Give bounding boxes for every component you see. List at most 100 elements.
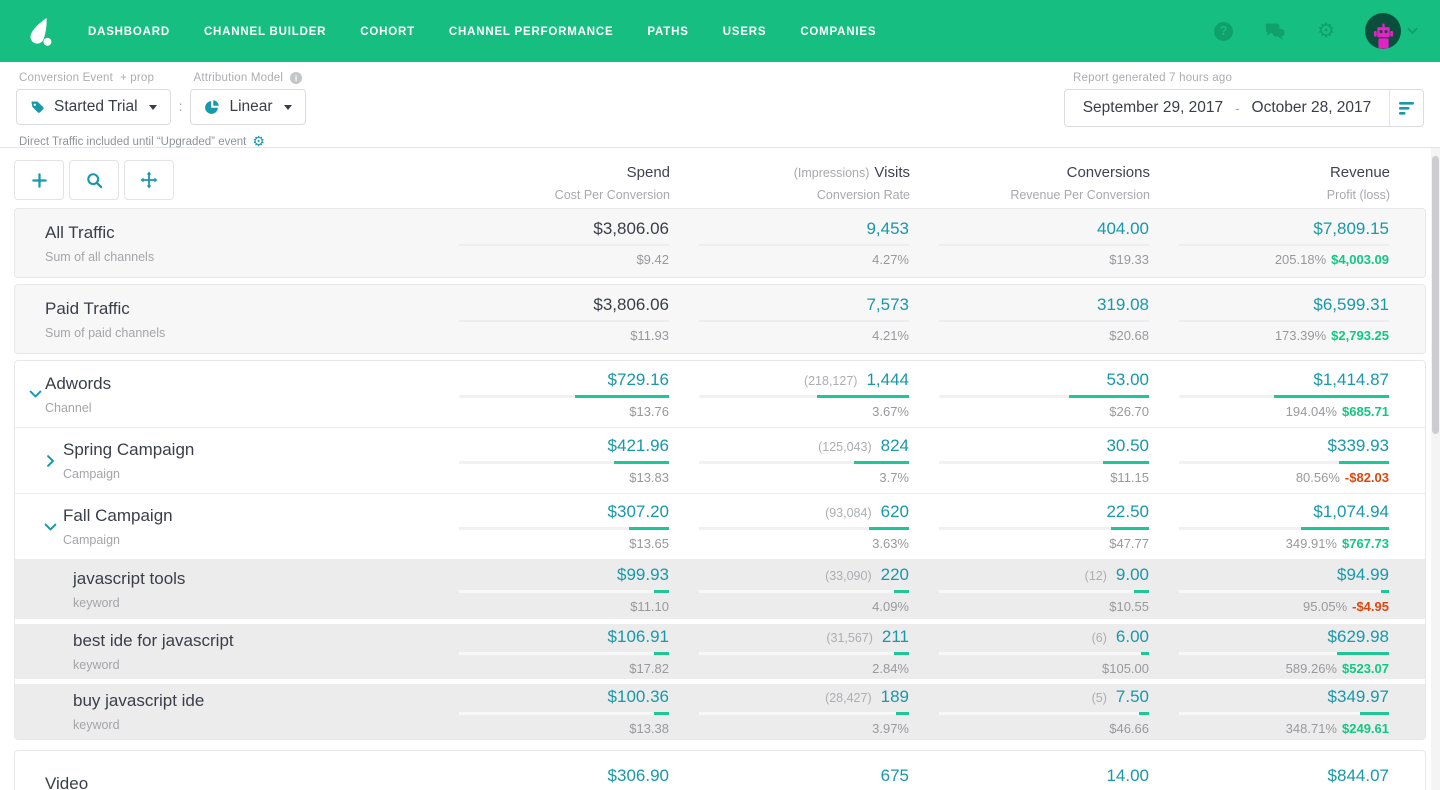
scrollbar-thumb[interactable] <box>1432 156 1439 434</box>
visits-value[interactable]: 824 <box>881 437 909 454</box>
conversions-value[interactable]: 7.50 <box>1116 688 1149 705</box>
table-row-paid-traffic[interactable]: Paid Traffic Sum of paid channels $3,806… <box>15 285 1425 353</box>
visits-value[interactable]: 620 <box>881 503 909 520</box>
table-row-all-traffic[interactable]: All Traffic Sum of all channels $3,806.0… <box>15 209 1425 277</box>
help-icon[interactable]: ? <box>1214 22 1233 41</box>
spend-bar <box>459 320 669 322</box>
profit-value: $523.07 <box>1342 661 1389 676</box>
revenue-value[interactable]: $6,599.31 <box>1313 296 1389 313</box>
add-prop-link[interactable]: + prop <box>120 72 154 84</box>
revenue-bar <box>1179 527 1389 530</box>
spend-value[interactable]: $421.96 <box>608 437 669 454</box>
visits-value[interactable]: 189 <box>881 688 909 705</box>
nav-menu: DASHBOARD CHANNEL BUILDER COHORT CHANNEL PE… <box>88 22 910 40</box>
spend-value[interactable]: $99.93 <box>617 566 669 583</box>
chevron-down-icon[interactable] <box>1407 27 1418 35</box>
revenue-value[interactable]: $844.07 <box>1328 767 1389 784</box>
conversions-value[interactable]: 14.00 <box>1106 767 1149 784</box>
revenue-value[interactable]: $94.99 <box>1337 566 1389 583</box>
attribution-model-dropdown[interactable]: Linear <box>190 89 305 125</box>
row-subtitle: keyword <box>73 596 429 610</box>
revenue-value[interactable]: $1,414.87 <box>1313 371 1389 388</box>
spend-value[interactable]: $106.91 <box>608 628 669 645</box>
gear-icon[interactable]: ⚙ <box>1317 21 1335 41</box>
conversions-value[interactable]: 9.00 <box>1116 566 1149 583</box>
chevron-down-icon[interactable] <box>29 388 42 401</box>
conversions-cell: 319.08 $20.68 <box>909 296 1149 342</box>
visits-cell: 9,453 4.27% <box>669 220 909 266</box>
profit-value: $767.73 <box>1342 536 1389 551</box>
avatar[interactable] <box>1365 13 1401 49</box>
table-row-video[interactable]: Video $306.90 675 14.00 $844.07 <box>15 751 1425 790</box>
spend-value[interactable]: $307.20 <box>608 503 669 520</box>
conversions-subvalue: $19.33 <box>1109 253 1149 266</box>
nav-item-channel-builder[interactable]: CHANNEL BUILDER <box>204 26 326 38</box>
visits-value[interactable]: 211 <box>882 628 909 645</box>
table-row-javascript-tools[interactable]: javascript tools keyword $99.93 $11.10 (… <box>15 559 1425 619</box>
settings-gear-icon[interactable]: ⚙ <box>252 133 265 150</box>
table-row-fall-campaign[interactable]: Fall Campaign Campaign $307.20 $13.65 (9… <box>15 493 1425 559</box>
filter-bar: Conversion Event + prop Started Trial : … <box>0 62 1440 148</box>
nav-item-channel-performance[interactable]: CHANNEL PERFORMANCE <box>449 26 614 38</box>
revenue-subvalue: 348.71%$249.61 <box>1286 722 1389 735</box>
revenue-value[interactable]: $349.97 <box>1328 688 1389 705</box>
info-icon[interactable]: i <box>290 72 302 84</box>
visits-value[interactable]: 220 <box>881 566 909 583</box>
conversion-event-dropdown[interactable]: Started Trial <box>16 89 171 125</box>
revenue-value[interactable]: $7,809.15 <box>1313 220 1389 237</box>
visits-value[interactable]: 1,444 <box>866 371 909 388</box>
report-generated-label: Report generated 7 hours ago <box>1073 72 1424 84</box>
spend-value[interactable]: $100.36 <box>608 688 669 705</box>
table-row-spring-campaign[interactable]: Spring Campaign Campaign $421.96 $13.83 … <box>15 427 1425 493</box>
spend-cell: $306.90 <box>429 767 669 790</box>
move-button[interactable] <box>124 160 174 200</box>
vertical-scrollbar[interactable] <box>1431 148 1440 790</box>
date-filter-button[interactable] <box>1389 90 1423 126</box>
visits-bar <box>699 652 909 655</box>
revenue-value[interactable]: $629.98 <box>1328 628 1389 645</box>
chevron-right-icon[interactable] <box>44 454 57 467</box>
nav-item-dashboard[interactable]: DASHBOARD <box>88 26 170 38</box>
conversions-value[interactable]: 30.50 <box>1106 437 1149 454</box>
nav-item-paths[interactable]: PATHS <box>647 26 688 38</box>
table-row-adwords[interactable]: Adwords Channel $729.16 $13.76 (218,127)… <box>15 361 1425 427</box>
header-visits[interactable]: (Impressions)Visits Conversion Rate <box>670 160 910 202</box>
account-menu[interactable] <box>1365 13 1418 49</box>
conversions-bar <box>939 712 1149 715</box>
nav-item-users[interactable]: USERS <box>723 26 767 38</box>
table-row-buy-javascript-ide[interactable]: buy javascript ide keyword $100.36 $13.3… <box>15 679 1425 739</box>
header-conversions[interactable]: Conversions Revenue Per Conversion <box>910 160 1150 202</box>
visits-value[interactable]: 9,453 <box>866 220 909 237</box>
visits-count: (33,090) <box>825 570 872 583</box>
conversions-cell: (6)6.00 $105.00 <box>909 628 1149 675</box>
revenue-value[interactable]: $1,074.94 <box>1313 503 1389 520</box>
conversions-value[interactable]: 319.08 <box>1097 296 1149 313</box>
conversions-value[interactable]: 6.00 <box>1116 628 1149 645</box>
spend-value[interactable]: $729.16 <box>608 371 669 388</box>
revenue-value[interactable]: $339.93 <box>1328 437 1389 454</box>
conversions-bar <box>939 395 1149 398</box>
visits-value[interactable]: 7,573 <box>866 296 909 313</box>
profit-value: -$82.03 <box>1345 470 1389 485</box>
spend-value[interactable]: $306.90 <box>608 767 669 784</box>
add-channel-button[interactable] <box>14 160 64 200</box>
nav-item-cohort[interactable]: COHORT <box>360 26 415 38</box>
chevron-down-icon[interactable] <box>44 520 57 533</box>
conversions-value[interactable]: 404.00 <box>1097 220 1149 237</box>
spend-subvalue: $13.65 <box>629 537 669 550</box>
conversions-value[interactable]: 53.00 <box>1106 371 1149 388</box>
app-logo-icon[interactable] <box>24 15 54 47</box>
search-button[interactable] <box>69 160 119 200</box>
revenue-subvalue: 349.91%$767.73 <box>1286 537 1389 550</box>
header-revenue[interactable]: Revenue Profit (loss) <box>1150 160 1390 202</box>
header-spend[interactable]: Spend Cost Per Conversion <box>430 160 670 202</box>
revenue-subvalue: 173.39%$2,793.25 <box>1275 329 1389 342</box>
conversions-value[interactable]: 22.50 <box>1106 503 1149 520</box>
visits-value[interactable]: 675 <box>881 767 909 784</box>
chat-icon[interactable] <box>1263 21 1287 41</box>
table-row-best-ide-for-javascript[interactable]: best ide for javascript keyword $106.91 … <box>15 619 1425 679</box>
tag-icon <box>30 100 45 115</box>
nav-item-companies[interactable]: COMPANIES <box>800 26 876 38</box>
date-range-value[interactable]: September 29, 2017 - October 28, 2017 <box>1065 90 1389 126</box>
spend-bar <box>459 461 669 464</box>
